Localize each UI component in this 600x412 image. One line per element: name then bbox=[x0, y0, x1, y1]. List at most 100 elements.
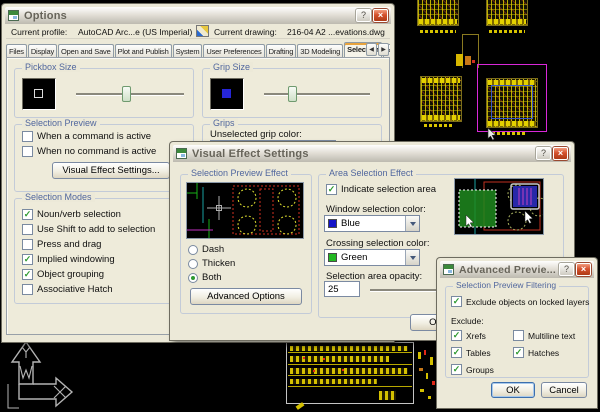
checkbox-label: Multiline text bbox=[528, 330, 576, 341]
cad-connector-line bbox=[462, 34, 479, 35]
help-icon[interactable]: ? bbox=[356, 9, 371, 22]
checkbox-label: Groups bbox=[466, 364, 494, 375]
help-icon[interactable]: ? bbox=[536, 147, 551, 160]
tab-drafting[interactable]: Drafting bbox=[265, 44, 297, 58]
window-selection-color-select[interactable]: Blue bbox=[324, 215, 420, 232]
checkbox-label: Use Shift to add to selection bbox=[37, 224, 156, 235]
cad-symbol bbox=[456, 54, 463, 66]
radio-thicken[interactable]: Thicken bbox=[188, 258, 235, 269]
pickbox-slider-thumb[interactable] bbox=[122, 86, 131, 102]
cad-plan-drawing bbox=[417, 0, 459, 26]
advanced-dialog-icon bbox=[443, 264, 454, 275]
tab-display[interactable]: Display bbox=[27, 44, 58, 58]
checkbox-hatches[interactable]: ✓ Hatches bbox=[513, 347, 559, 358]
crossing-selection-color-select[interactable]: Green bbox=[324, 249, 420, 266]
advanced-dialog-title: Advanced Previe... bbox=[459, 263, 556, 276]
ves-dialog-title: Visual Effect Settings bbox=[192, 147, 309, 160]
cad-label-marks bbox=[492, 132, 526, 135]
tab-system[interactable]: System bbox=[172, 44, 203, 58]
current-drawing-value: 216-04 A2 ...evations.dwg bbox=[287, 27, 385, 37]
mouse-cursor bbox=[487, 128, 497, 141]
checkbox-implied-windowing[interactable]: ✓ Implied windowing bbox=[22, 254, 115, 265]
tab-plot-and-publish[interactable]: Plot and Publish bbox=[114, 44, 172, 58]
radio-label: Thicken bbox=[202, 258, 236, 269]
pickbox-preview bbox=[22, 78, 56, 110]
checkbox-tables[interactable]: ✓ Tables bbox=[451, 347, 491, 358]
checkbox-label: Object grouping bbox=[37, 269, 105, 280]
options-tab-strip: Files Display Open and Save Plot and Pub… bbox=[6, 41, 390, 58]
checkbox-indicate-selection-area[interactable]: ✓ Indicate selection area bbox=[326, 184, 436, 195]
checkbox-box: ✓ bbox=[451, 295, 462, 307]
ves-dialog-icon bbox=[176, 148, 187, 159]
checkbox-when-no-command-active[interactable]: ✓ When no command is active bbox=[22, 146, 156, 157]
checkbox-box: ✓ bbox=[451, 346, 462, 358]
cad-symbol bbox=[420, 389, 424, 392]
ves-titlebar[interactable]: Visual Effect Settings ? × bbox=[173, 145, 571, 162]
tab-open-and-save[interactable]: Open and Save bbox=[58, 44, 114, 58]
checkbox-box: ✓ bbox=[22, 239, 33, 250]
radio-circle bbox=[188, 272, 198, 283]
checkbox-groups[interactable]: ✓ Groups bbox=[451, 364, 494, 375]
close-icon[interactable]: × bbox=[553, 147, 568, 160]
selection-preview-effect-image bbox=[186, 182, 304, 239]
group-title: Selection Preview Effect bbox=[188, 168, 291, 178]
opacity-input[interactable] bbox=[324, 281, 360, 297]
checkbox-box: ✓ bbox=[22, 208, 33, 220]
close-icon[interactable]: × bbox=[373, 9, 388, 22]
cad-symbol bbox=[426, 373, 428, 379]
options-dialog-icon bbox=[8, 10, 19, 21]
exclude-label: Exclude: bbox=[451, 316, 484, 326]
tab-scroll-left-icon[interactable]: ◀ bbox=[366, 43, 377, 56]
grip-size-slider[interactable] bbox=[264, 86, 370, 102]
group-title: Grips bbox=[210, 118, 238, 128]
advanced-options-button[interactable]: Advanced Options bbox=[190, 288, 302, 305]
group-title: Selection Preview Filtering bbox=[453, 280, 560, 290]
tab-scroll-right-icon[interactable]: ▶ bbox=[378, 43, 389, 56]
cad-symbol bbox=[432, 381, 435, 385]
checkbox-label: Noun/verb selection bbox=[37, 209, 121, 220]
radio-label: Both bbox=[202, 272, 222, 283]
pickbox-size-slider[interactable] bbox=[76, 86, 184, 102]
advanced-ok-button[interactable]: OK bbox=[491, 382, 535, 398]
cad-symbol bbox=[430, 357, 433, 365]
checkbox-use-shift-to-add[interactable]: ✓ Use Shift to add to selection bbox=[22, 224, 155, 235]
crossing-selection-color-label: Crossing selection color: bbox=[326, 238, 430, 249]
options-dialog-title: Options bbox=[24, 9, 67, 22]
checkbox-exclude-locked-layers[interactable]: ✓ Exclude objects on locked layers bbox=[451, 296, 589, 307]
checkbox-label: Tables bbox=[466, 347, 491, 358]
checkbox-object-grouping[interactable]: ✓ Object grouping bbox=[22, 269, 104, 280]
window-selection-color-label: Window selection color: bbox=[326, 204, 426, 215]
group-title: Grip Size bbox=[210, 62, 254, 72]
visual-effect-settings-button[interactable]: Visual Effect Settings... bbox=[52, 162, 170, 179]
checkbox-when-command-active[interactable]: ✓ When a command is active bbox=[22, 131, 151, 142]
divider bbox=[6, 38, 390, 39]
radio-dash[interactable]: Dash bbox=[188, 244, 224, 255]
options-titlebar[interactable]: Options ? × bbox=[5, 7, 391, 24]
advanced-cancel-button[interactable]: Cancel bbox=[541, 382, 587, 398]
group-title: Pickbox Size bbox=[22, 62, 80, 72]
cad-plan-drawing bbox=[420, 76, 462, 122]
group-title: Selection Modes bbox=[22, 192, 95, 202]
grip-slider-thumb[interactable] bbox=[288, 86, 297, 102]
checkbox-label: When no command is active bbox=[37, 146, 157, 157]
checkbox-label: Indicate selection area bbox=[341, 184, 437, 195]
cad-label-marks bbox=[489, 30, 525, 33]
ucs-icon bbox=[7, 340, 74, 409]
group-title: Selection Preview bbox=[22, 118, 100, 128]
cad-label-marks bbox=[424, 124, 454, 127]
tab-user-preferences[interactable]: User Preferences bbox=[203, 44, 265, 58]
advanced-titlebar[interactable]: Advanced Previe... ? × bbox=[440, 261, 594, 278]
radio-both[interactable]: Both bbox=[188, 272, 222, 283]
checkbox-multiline-text[interactable]: ✓ Multiline text bbox=[513, 330, 575, 341]
cad-schedule-table bbox=[286, 342, 414, 404]
checkbox-noun-verb-selection[interactable]: ✓ Noun/verb selection bbox=[22, 209, 121, 220]
help-icon[interactable]: ? bbox=[559, 263, 574, 276]
checkbox-associative-hatch[interactable]: ✓ Associative Hatch bbox=[22, 284, 113, 295]
close-icon[interactable]: × bbox=[576, 263, 591, 276]
blue-color-swatch bbox=[328, 219, 337, 228]
checkbox-press-and-drag[interactable]: ✓ Press and drag bbox=[22, 239, 101, 250]
cad-symbol bbox=[428, 396, 431, 399]
tab-files[interactable]: Files bbox=[6, 44, 27, 58]
checkbox-xrefs[interactable]: ✓ Xrefs bbox=[451, 330, 486, 341]
tab-3d-modeling[interactable]: 3D Modeling bbox=[297, 44, 344, 58]
